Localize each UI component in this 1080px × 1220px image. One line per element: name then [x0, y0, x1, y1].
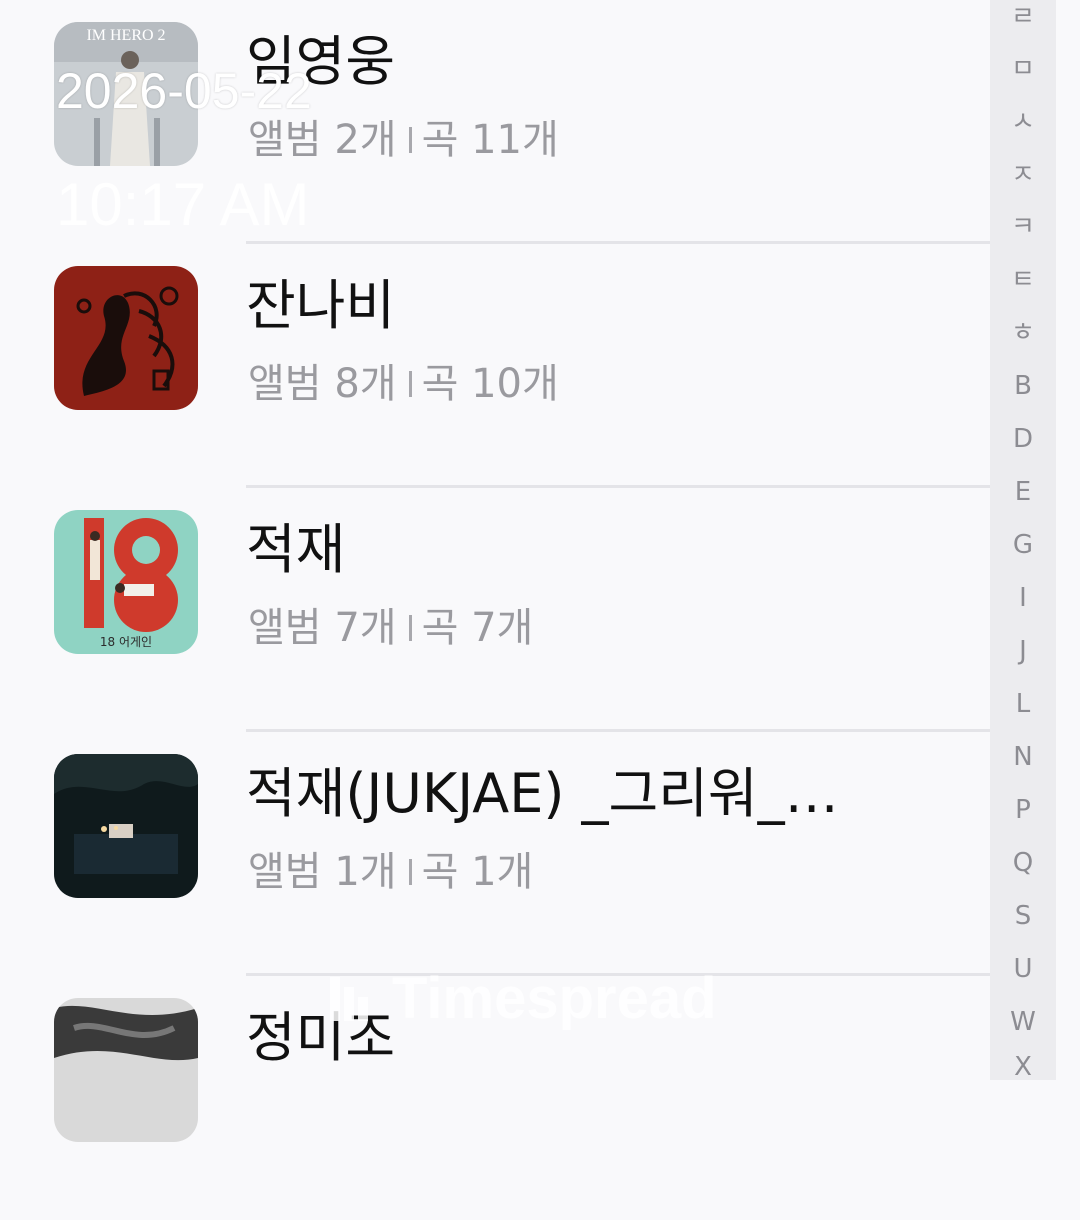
index-letter[interactable]: ㅋ: [990, 210, 1056, 244]
index-letter[interactable]: Q: [990, 846, 1056, 880]
meta-separator: [408, 127, 412, 153]
watermark-text: Timespread: [392, 966, 717, 1031]
index-letter[interactable]: X: [990, 1050, 1056, 1084]
watermark: Timespread: [330, 965, 717, 1032]
svg-text:18 어게인: 18 어게인: [100, 635, 152, 649]
svg-text:IM HERO 2: IM HERO 2: [86, 27, 165, 44]
index-letter[interactable]: W: [990, 1005, 1056, 1039]
album-count: 앨범 1개: [248, 849, 397, 895]
album-art-bw-photo: [54, 998, 198, 1142]
artist-row[interactable]: 적재(JUKJAE) _그리워_… 앨범 1개 곡 1개: [0, 732, 990, 976]
meta-separator: [408, 859, 412, 885]
album-count: 앨범 7개: [248, 605, 397, 651]
album-count: 앨범 8개: [248, 361, 397, 407]
index-letter[interactable]: E: [990, 475, 1056, 509]
artist-row[interactable]: 잔나비 앨범 8개 곡 10개: [0, 244, 990, 488]
artist-meta: 앨범 8개 곡 10개: [248, 352, 559, 416]
index-letter[interactable]: L: [990, 687, 1056, 721]
album-art-red-illustration: [54, 266, 198, 410]
watermark-logo-icon: [330, 976, 374, 1021]
meta-separator: [408, 615, 412, 641]
index-letter[interactable]: ㅈ: [990, 158, 1056, 192]
artist-name: 임영웅: [246, 30, 396, 93]
index-letter[interactable]: U: [990, 952, 1056, 986]
album-art-dark-night: [54, 754, 198, 898]
artist-name: 적재(JUKJAE) _그리워_…: [246, 762, 839, 825]
artist-meta: 앨범 7개 곡 7개: [248, 596, 533, 660]
song-count: 곡 11개: [421, 117, 559, 163]
album-art-18-again: 18 어게인: [54, 510, 198, 654]
timestamp-time-overlay: 10:17 AM: [56, 171, 310, 238]
index-letter[interactable]: ㄹ: [990, 0, 1056, 34]
artist-list: IM HERO 2 임영웅 앨범 2개 곡 11개 잔나비 앨범 8개 곡 10…: [0, 0, 990, 1142]
artist-name: 잔나비: [246, 274, 396, 337]
artist-name: 적재: [246, 518, 346, 581]
index-letter[interactable]: G: [990, 528, 1056, 562]
index-letter[interactable]: I: [990, 581, 1056, 615]
song-count: 곡 1개: [421, 849, 534, 895]
index-letter[interactable]: S: [990, 899, 1056, 933]
alphabet-index-bar[interactable]: ㄹ ㅁ ㅅ ㅈ ㅋ ㅌ ㅎ B D E G I J L N P Q S U W …: [990, 0, 1056, 1082]
index-letter[interactable]: B: [990, 369, 1056, 403]
index-letter[interactable]: ㅁ: [990, 52, 1056, 86]
meta-separator: [408, 371, 412, 397]
artist-row[interactable]: 18 어게인 적재 앨범 7개 곡 7개: [0, 488, 990, 732]
timestamp-date-overlay: 2026-05-22: [56, 63, 312, 119]
song-count: 곡 7개: [421, 605, 534, 651]
index-letter[interactable]: ㅅ: [990, 105, 1056, 139]
index-letter[interactable]: N: [990, 740, 1056, 774]
index-letter[interactable]: P: [990, 793, 1056, 827]
index-letter[interactable]: ㅌ: [990, 263, 1056, 297]
song-count: 곡 10개: [421, 361, 559, 407]
artist-meta: 앨범 1개 곡 1개: [248, 840, 533, 904]
index-letter[interactable]: J: [990, 634, 1056, 668]
index-letter[interactable]: ㅎ: [990, 316, 1056, 350]
index-letter[interactable]: D: [990, 422, 1056, 456]
